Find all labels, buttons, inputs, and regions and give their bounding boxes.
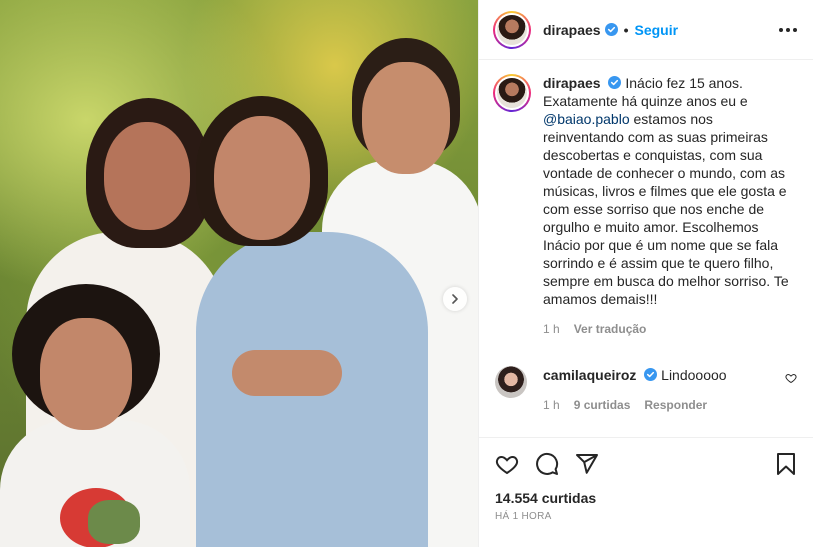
verified-badge-icon [644,368,658,381]
photo-hand [232,350,342,396]
comment-body-text: Lindooooo [661,367,727,383]
heart-icon[interactable] [495,452,519,476]
post-side-panel: dirapaes • Seguir dirapaes Inácio fez 15… [478,0,813,547]
header-separator: • [623,21,629,38]
caption-mention-link[interactable]: @baiao.pablo [543,111,630,127]
post-photo[interactable] [0,0,478,547]
comment-like-heart-icon[interactable] [785,372,797,384]
photo-figure-woman-face [104,122,190,230]
likes-count[interactable]: 14.554 curtidas [495,490,797,506]
bookmark-icon[interactable] [775,452,797,476]
commenter-avatar[interactable] [495,366,527,398]
caption-text-part2: estamos nos reinventando com as suas pri… [543,111,789,307]
caption-time: 1 h [543,322,560,336]
comment-time: 1 h [543,398,560,412]
photo-figure-child-face [40,318,132,430]
comment-row: camilaqueiroz Lindooooo 1 h 9 curtidas R… [493,366,797,412]
photo-shirt-character [88,500,140,544]
carousel-next-button[interactable] [443,287,467,311]
instagram-post: dirapaes • Seguir dirapaes Inácio fez 15… [0,0,813,547]
verified-badge-icon [608,76,622,89]
photo-figure-man-face [362,62,450,174]
verified-badge-icon [604,23,618,36]
comment-likes[interactable]: 9 curtidas [574,398,631,412]
share-icon[interactable] [575,452,599,476]
comment-icon[interactable] [535,452,559,476]
caption-meta: 1 h Ver tradução [543,322,797,336]
caption-avatar[interactable] [493,74,531,112]
caption-username[interactable]: dirapaes [543,75,601,91]
translate-button[interactable]: Ver tradução [574,322,647,336]
more-options-icon[interactable] [779,27,797,32]
photo-figure-teen-face [214,116,310,240]
author-avatar[interactable] [493,10,531,49]
comment-meta: 1 h 9 curtidas Responder [543,398,797,412]
reply-button[interactable]: Responder [644,398,707,412]
post-header: dirapaes • Seguir [479,0,813,60]
post-timestamp: HÁ 1 HORA [495,511,552,522]
commenter-username[interactable]: camilaqueiroz [543,367,636,383]
comments-section: dirapaes Inácio fez 15 anos. Exatamente … [479,60,813,437]
post-actions: 14.554 curtidas HÁ 1 HORA [479,437,813,547]
chevron-right-icon [452,294,458,304]
comment-text: camilaqueiroz Lindooooo [543,366,797,384]
follow-button[interactable]: Seguir [635,22,679,38]
author-username[interactable]: dirapaes [543,22,601,38]
caption-row: dirapaes Inácio fez 15 anos. Exatamente … [493,74,797,336]
caption-text: dirapaes Inácio fez 15 anos. Exatamente … [543,74,797,308]
